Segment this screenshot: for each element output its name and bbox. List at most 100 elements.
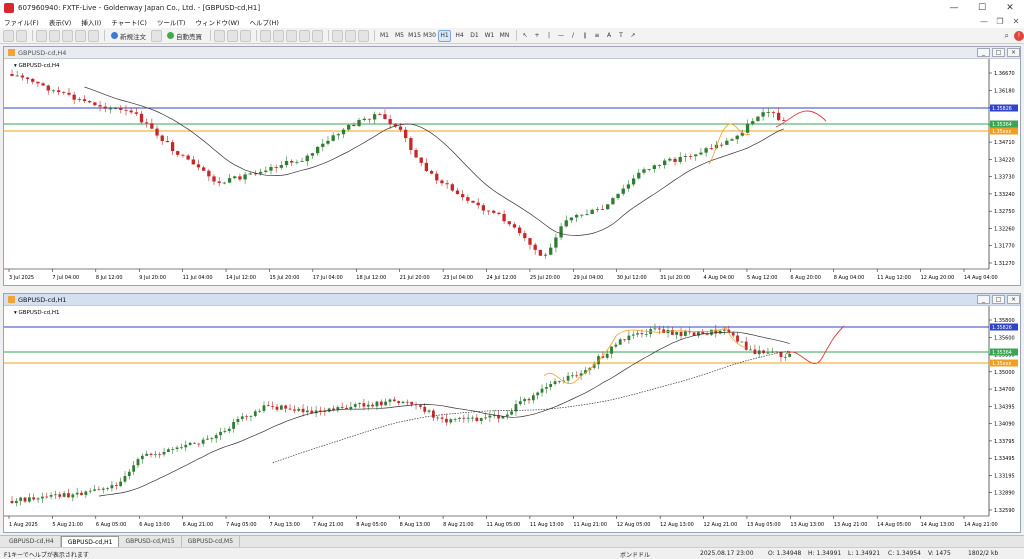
candle-body: [653, 328, 657, 330]
terminal-icon[interactable]: [75, 29, 86, 42]
indicators-icon[interactable]: [332, 29, 343, 42]
candle-body: [631, 334, 635, 336]
price-chart-h1[interactable]: ▾ GBPUSD-cd,H11.358001.356001.353901.350…: [4, 306, 1020, 532]
trendline-icon[interactable]: /: [568, 30, 578, 42]
candle-body: [445, 183, 449, 185]
symbol-label: ▾ GBPUSD-cd,H4: [14, 63, 60, 69]
candle-body: [236, 419, 240, 423]
channel-icon[interactable]: ∥: [580, 30, 590, 42]
chart-window-titlebar[interactable]: GBPUSD-cd,H1 _ □ ×: [4, 294, 1020, 306]
timeframe-mn[interactable]: MN: [498, 30, 511, 42]
maximize-icon[interactable]: ☐: [968, 0, 996, 15]
menu-window[interactable]: ウィンドウ(W): [195, 17, 239, 27]
chart-minimize-icon[interactable]: _: [977, 295, 990, 304]
new-order-button[interactable]: 新規注文: [108, 30, 149, 42]
candle-body: [497, 212, 501, 214]
label-tool-icon[interactable]: T: [616, 30, 626, 42]
price-chart-h4[interactable]: ▾ GBPUSD-cd,H41.366701.361801.356901.352…: [4, 59, 1020, 285]
autoscroll-icon[interactable]: [299, 29, 310, 42]
timeframe-m15[interactable]: M15: [408, 30, 421, 42]
timeframe-m30[interactable]: M30: [423, 30, 436, 42]
candle-body: [54, 494, 57, 496]
time-tick-label: 29 Jul 04:00: [573, 275, 603, 281]
menu-insert[interactable]: 挿入(I): [81, 17, 101, 27]
candlestick-icon[interactable]: [227, 29, 238, 42]
chart-tab[interactable]: GBPUSD-cd,M15: [119, 536, 182, 547]
bar-chart-icon[interactable]: [214, 29, 225, 42]
timeframe-m1[interactable]: M1: [378, 30, 391, 42]
candle-body: [479, 418, 483, 421]
cursor-icon[interactable]: ↖: [520, 30, 530, 42]
profiles-icon[interactable]: [16, 29, 27, 42]
window-title: 607960940: FXTF-Live - Goldenway Japan C…: [18, 3, 261, 12]
candle-body: [127, 471, 131, 477]
crosshair-icon[interactable]: +: [532, 30, 542, 42]
templates-icon[interactable]: [358, 29, 369, 42]
zoom-in-icon[interactable]: [260, 29, 271, 42]
child-minimize-icon[interactable]: —: [976, 17, 992, 26]
candle-body: [181, 154, 185, 156]
menu-view[interactable]: 表示(V): [49, 17, 72, 27]
candle-body: [621, 188, 625, 194]
timeframe-h4[interactable]: H4: [453, 30, 466, 42]
candle-body: [145, 453, 149, 456]
minimize-icon[interactable]: —: [940, 0, 968, 15]
chart-tab-active[interactable]: GBPUSD-cd,H1: [60, 536, 120, 547]
chart-maximize-icon[interactable]: □: [992, 48, 1005, 57]
chart-window-titlebar[interactable]: GBPUSD-cd,H4 _ □ ×: [4, 47, 1020, 59]
chart-shift-icon[interactable]: [312, 29, 323, 42]
line-chart-icon[interactable]: [240, 29, 251, 42]
arrows-tool-icon[interactable]: ↗: [628, 30, 638, 42]
menu-help[interactable]: ヘルプ(H): [249, 17, 278, 27]
fibonacci-icon[interactable]: ≡: [592, 30, 602, 42]
vertical-line-icon[interactable]: |: [544, 30, 554, 42]
candle-body: [766, 352, 770, 354]
candle-body: [435, 173, 439, 181]
close-icon[interactable]: ✕: [996, 0, 1024, 15]
menu-chart[interactable]: チャート(C): [111, 17, 147, 27]
strategy-tester-icon[interactable]: [88, 29, 99, 42]
chart-close-icon[interactable]: ×: [1007, 295, 1020, 304]
chart-maximize-icon[interactable]: □: [992, 295, 1005, 304]
child-close-icon[interactable]: ✕: [1008, 17, 1024, 26]
horizontal-line-icon[interactable]: —: [556, 30, 566, 42]
candle-body: [605, 353, 609, 358]
timeframe-d1[interactable]: D1: [468, 30, 481, 42]
chart-close-icon[interactable]: ×: [1007, 48, 1020, 57]
timeframe-m5[interactable]: M5: [393, 30, 406, 42]
auto-trade-button[interactable]: 自動売買: [164, 30, 205, 42]
child-restore-icon[interactable]: ❐: [992, 17, 1008, 26]
navigator-icon[interactable]: [62, 29, 73, 42]
candle-body: [258, 410, 262, 412]
chart-window-h4[interactable]: GBPUSD-cd,H4 _ □ × ▾ GBPUSD-cd,H4 1.36670…: [3, 46, 1021, 286]
search-icon[interactable]: ⌕: [1005, 31, 1009, 41]
menu-file[interactable]: ファイル(F): [4, 17, 39, 27]
toolbar-separator: [32, 30, 33, 41]
text-tool-icon[interactable]: A: [604, 30, 614, 42]
chart-tab[interactable]: GBPUSD-cd,M5: [182, 536, 241, 547]
candle-body: [227, 178, 232, 183]
periods-icon[interactable]: [345, 29, 356, 42]
new-chart-icon[interactable]: [3, 29, 14, 42]
chart-window-h1[interactable]: GBPUSD-cd,H1 _ □ × ▾ GBPUSD-cd,H1 1.35800…: [3, 293, 1021, 533]
notification-icon[interactable]: !: [1014, 30, 1024, 41]
chart-tab[interactable]: GBPUSD-cd,H4: [3, 536, 61, 547]
time-tick-label: 11 Aug 21:00: [573, 522, 607, 528]
metaeditor-icon[interactable]: [151, 29, 162, 42]
market-watch-icon[interactable]: [36, 29, 47, 42]
candle-body: [580, 214, 584, 216]
timeframe-h1[interactable]: H1: [438, 29, 451, 42]
data-window-icon[interactable]: [49, 29, 60, 42]
candle-body: [507, 221, 511, 225]
price-tick-label: 1.36670: [994, 71, 1015, 77]
candle-body: [404, 129, 408, 139]
tile-windows-icon[interactable]: [286, 29, 297, 42]
candle-body: [275, 406, 279, 410]
timeframe-w1[interactable]: W1: [483, 30, 496, 42]
chart-minimize-icon[interactable]: _: [977, 48, 990, 57]
candle-body: [153, 454, 157, 456]
candle-body: [440, 180, 444, 184]
candle-body: [564, 220, 568, 227]
zoom-out-icon[interactable]: [273, 29, 284, 42]
menu-tools[interactable]: ツール(T): [157, 17, 186, 27]
